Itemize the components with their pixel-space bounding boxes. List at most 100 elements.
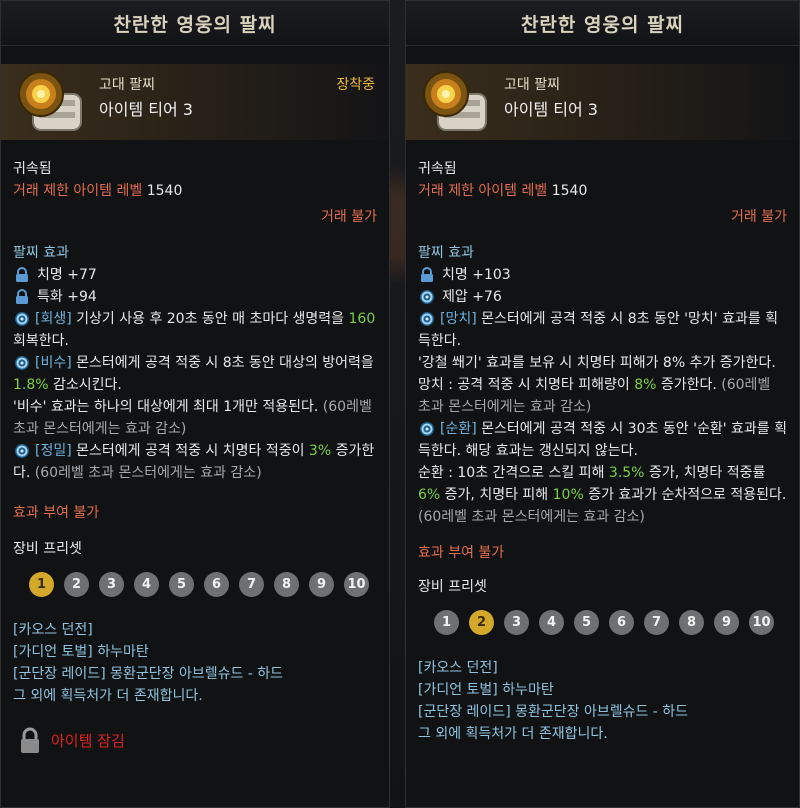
bound-status: 귀속됨 (13, 161, 52, 177)
lock-icon (13, 266, 31, 284)
tooltip-body: 귀속됨 거래 제한 아이템 레벨 1540 거래 불가 팔찌 효과 치명 +77… (1, 158, 389, 755)
acquisition-sources: [카오스 던전] [가디언 토벌] 하누마탄 [군단장 레이드] 몽환군단장 아… (13, 619, 377, 707)
item-tier: 아이템 티어 3 (504, 100, 598, 119)
effect-circulation: [순환] 몬스터에게 공격 적중 시 30초 동안 '순환' 효과를 획득한다.… (418, 418, 787, 528)
item-lock-label: 아이템 잠김 (51, 732, 125, 750)
swirl-icon (13, 310, 31, 328)
bracelet-icon (18, 71, 82, 131)
preset-button-2[interactable]: 2 (469, 610, 494, 635)
effects-title: 팔찌 효과 (418, 245, 474, 261)
effect-text: 증가 효과가 순차적으로 적용된다. (583, 487, 787, 503)
swirl-icon (13, 442, 31, 460)
effect-text: 회복한다. (13, 333, 69, 349)
preset-button-1[interactable]: 1 (434, 610, 459, 635)
effect-text: 순환 : 10초 간격으로 스킬 피해 (418, 465, 609, 481)
effect-text: 증가, 치명타 피해 (440, 487, 553, 503)
item-header: 고대 팔찌 아이템 티어 3 (406, 64, 799, 140)
effect-tag: [정밀] (35, 443, 72, 459)
preset-button-9[interactable]: 9 (714, 610, 739, 635)
effect-tag: [비수] (35, 355, 72, 371)
padlock-icon (21, 727, 39, 753)
effect-text: 증가한다. (656, 377, 717, 393)
effect-note: (60레벨 초과 몬스터에게는 효과 감소) (30, 465, 262, 481)
source-item: [카오스 던전] (13, 622, 93, 638)
item-tier: 아이템 티어 3 (99, 100, 193, 119)
source-item: [군단장 레이드] 몽환군단장 아브렐슈드 - 하드 (13, 666, 284, 682)
preset-button-3[interactable]: 3 (504, 610, 529, 635)
preset-button-8[interactable]: 8 (274, 572, 299, 597)
effect-text: 몬스터에게 공격 적중 시 치명타 적중이 (71, 443, 309, 459)
stat-row: 제압 +76 (418, 286, 787, 308)
preset-selector: 1 2 3 4 5 6 7 8 9 10 (29, 572, 377, 597)
preset-button-1[interactable]: 1 (29, 572, 54, 597)
tooltip-panel-left: 찬란한 영웅의 팔찌 고대 팔찌 아이템 티어 3 장착중 귀속됨 거래 제한 … (0, 0, 390, 808)
preset-button-7[interactable]: 7 (239, 572, 264, 597)
effect-dagger: [비수] 몬스터에게 공격 적중 시 8초 동안 대상의 방어력을 1.8% 감… (13, 352, 377, 440)
source-item: [가디언 토벌] 하누마탄 (418, 682, 554, 698)
preset-button-10[interactable]: 10 (749, 610, 774, 635)
stat-text: 치명 +103 (442, 267, 511, 283)
item-header: 고대 팔찌 아이템 티어 3 장착중 (1, 64, 389, 140)
effect-value: 10% (552, 487, 584, 503)
item-lock-row[interactable]: 아이템 잠김 (19, 727, 377, 755)
preset-button-4[interactable]: 4 (539, 610, 564, 635)
preset-button-9[interactable]: 9 (309, 572, 334, 597)
source-item: 그 외에 획득처가 더 존재합니다. (418, 726, 608, 742)
preset-button-4[interactable]: 4 (134, 572, 159, 597)
effects-title: 팔찌 효과 (13, 245, 69, 261)
equipped-badge: 장착중 (336, 77, 375, 93)
preset-button-7[interactable]: 7 (644, 610, 669, 635)
stat-row: 치명 +77 (13, 264, 377, 286)
acquisition-sources: [카오스 던전] [가디언 토벌] 하누마탄 [군단장 레이드] 몽환군단장 아… (418, 657, 787, 745)
effect-regeneration: [회생] 기상기 사용 후 20초 동안 매 초마다 생명력을 160 회복한다… (13, 308, 377, 352)
trade-level-label: 거래 제한 아이템 레벨 (418, 183, 548, 199)
no-grant-label: 효과 부여 불가 (418, 545, 505, 561)
effect-text: '비수' 효과는 하나의 대상에게 최대 1개만 적용된다. (13, 399, 319, 415)
tooltip-body: 귀속됨 거래 제한 아이템 레벨 1540 거래 불가 팔찌 효과 치명 +10… (406, 158, 799, 745)
preset-button-5[interactable]: 5 (574, 610, 599, 635)
effect-text: 증가, 치명타 적중률 (644, 465, 766, 481)
source-item: [카오스 던전] (418, 660, 498, 676)
preset-button-6[interactable]: 6 (609, 610, 634, 635)
preset-button-8[interactable]: 8 (679, 610, 704, 635)
item-title: 찬란한 영웅의 팔찌 (406, 1, 799, 46)
preset-title: 장비 프리셋 (13, 541, 82, 557)
effect-text: 몬스터에게 공격 적중 시 8초 동안 대상의 방어력을 (71, 355, 374, 371)
tooltip-panel-right: 찬란한 영웅의 팔찌 고대 팔찌 아이템 티어 3 귀속됨 거래 제한 아이템 … (405, 0, 800, 808)
stat-text: 치명 +77 (37, 267, 97, 283)
lock-icon (418, 266, 436, 284)
stat-text: 특화 +94 (37, 289, 97, 305)
trade-level-value: 1540 (146, 183, 183, 199)
preset-button-3[interactable]: 3 (99, 572, 124, 597)
effect-text: 기상기 사용 후 20초 동안 매 초마다 생명력을 (71, 311, 349, 327)
effect-text: 감소시킨다. (48, 377, 122, 393)
no-grant-label: 효과 부여 불가 (13, 505, 100, 521)
trade-level-label: 거래 제한 아이템 레벨 (13, 183, 143, 199)
effect-value: 6% (418, 487, 441, 503)
bound-status: 귀속됨 (418, 161, 457, 177)
effect-value: 3.5% (608, 465, 645, 481)
trade-status: 거래 불가 (321, 209, 377, 225)
lock-icon (13, 288, 31, 306)
stat-text: 제압 +76 (442, 289, 502, 305)
bracelet-icon (423, 71, 487, 131)
trade-level-value: 1540 (551, 183, 588, 199)
effect-text: 망치 : 공격 적중 시 치명타 피해량이 (418, 377, 635, 393)
effect-text: '강철 쐐기' 효과를 보유 시 치명타 피해가 8% 추가 증가한다. (418, 355, 776, 371)
source-item: [가디언 토벌] 하누마탄 (13, 644, 149, 660)
effect-value: 3% (308, 443, 332, 459)
effect-value: 1.8% (13, 377, 49, 393)
preset-title: 장비 프리셋 (418, 579, 487, 595)
preset-button-10[interactable]: 10 (344, 572, 369, 597)
effect-tag: [망치] (440, 311, 477, 327)
preset-button-2[interactable]: 2 (64, 572, 89, 597)
effect-precision: [정밀] 몬스터에게 공격 적중 시 치명타 적중이 3% 증가한다. (60레… (13, 440, 377, 484)
item-grade: 고대 팔찌 (504, 77, 560, 93)
stat-row: 특화 +94 (13, 286, 377, 308)
preset-button-5[interactable]: 5 (169, 572, 194, 597)
effect-tag: [순환] (440, 421, 477, 437)
effect-value: 160 (348, 311, 376, 327)
preset-button-6[interactable]: 6 (204, 572, 229, 597)
swirl-icon (418, 420, 436, 438)
source-item: 그 외에 획득처가 더 존재합니다. (13, 688, 203, 704)
